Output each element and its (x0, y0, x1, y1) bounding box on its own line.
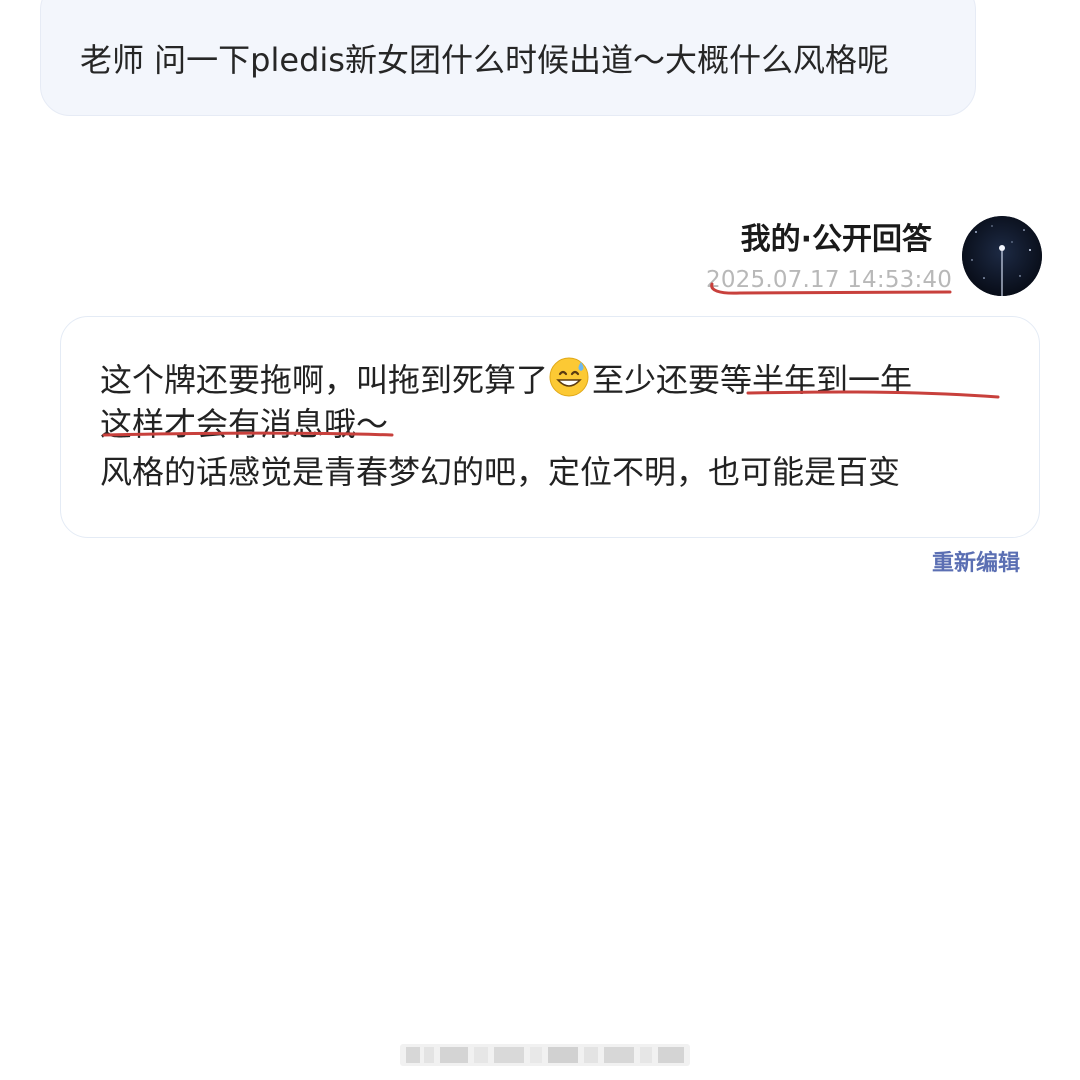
bottom-thumbnail-strip (400, 1044, 690, 1066)
answer-title: 我的·公开回答 (740, 222, 932, 257)
avatar[interactable] (962, 216, 1042, 296)
red-underline-annotations (102, 282, 1000, 437)
edit-answer-button[interactable]: 重新编辑 (932, 549, 1020, 579)
sweat-smile-emoji-icon (548, 357, 592, 397)
question-text: 老师 问一下pledis新女团什么时候出道～大概什么风格呢 (80, 41, 889, 79)
answer-line-1-part1: 这个牌还要拖啊，叫拖到死算了 (100, 361, 549, 399)
answer-line-3: 风格的话感觉是青春梦幻的吧，定位不明，也可能是百变 (100, 453, 901, 491)
crescent-moon-night-avatar-icon (962, 216, 1042, 296)
answer-line-2: 这样才会有消息哦～ (100, 405, 389, 443)
answer-line-1-part2: 至少还要等半年到一年 (592, 361, 913, 399)
sweat-smile-emoji-shape (549, 357, 589, 397)
answer-line-1: 这个牌还要拖啊，叫拖到死算了 至少还要等半年到一年 (100, 357, 913, 402)
answer-timestamp: 2025.07.17 14:53:40 (706, 267, 953, 293)
